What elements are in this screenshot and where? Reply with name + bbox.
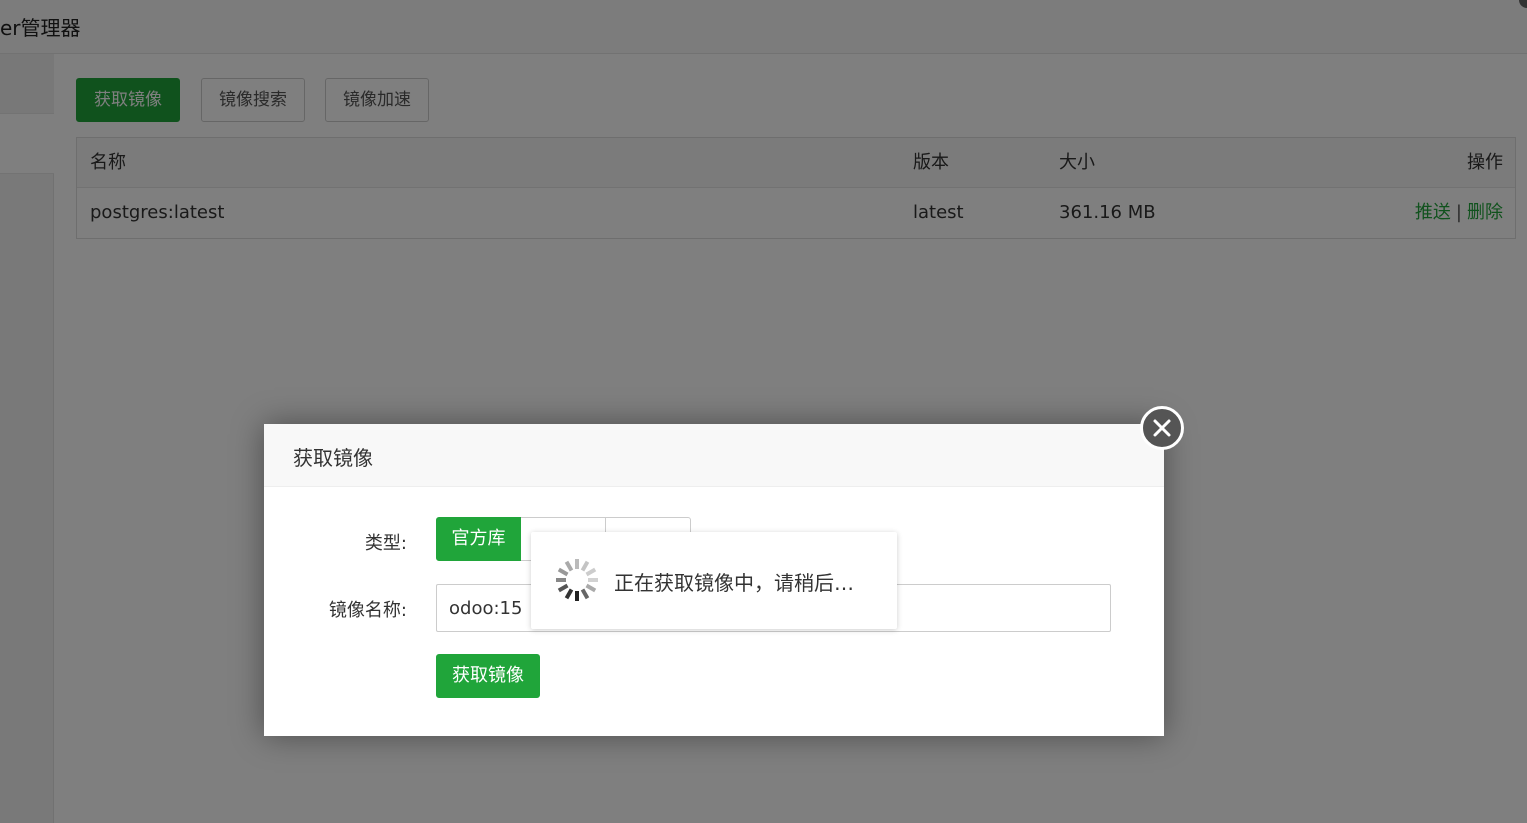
type-label: 类型: — [364, 533, 407, 554]
spinner-icon — [556, 559, 598, 601]
corner-indicator — [1519, 0, 1527, 8]
dialog-close-button[interactable] — [1140, 406, 1184, 450]
dialog-title: 获取镜像 — [293, 446, 373, 470]
loading-toast: 正在获取镜像中，请稍后… — [531, 532, 897, 629]
image-name-label: 镜像名称: — [328, 600, 407, 621]
close-icon — [1153, 419, 1171, 437]
dialog-header: 获取镜像 — [264, 424, 1164, 487]
type-option-official[interactable]: 官方库 — [436, 517, 521, 561]
submit-get-image-button[interactable]: 获取镜像 — [436, 654, 540, 698]
loading-message: 正在获取镜像中，请稍后… — [614, 571, 854, 595]
